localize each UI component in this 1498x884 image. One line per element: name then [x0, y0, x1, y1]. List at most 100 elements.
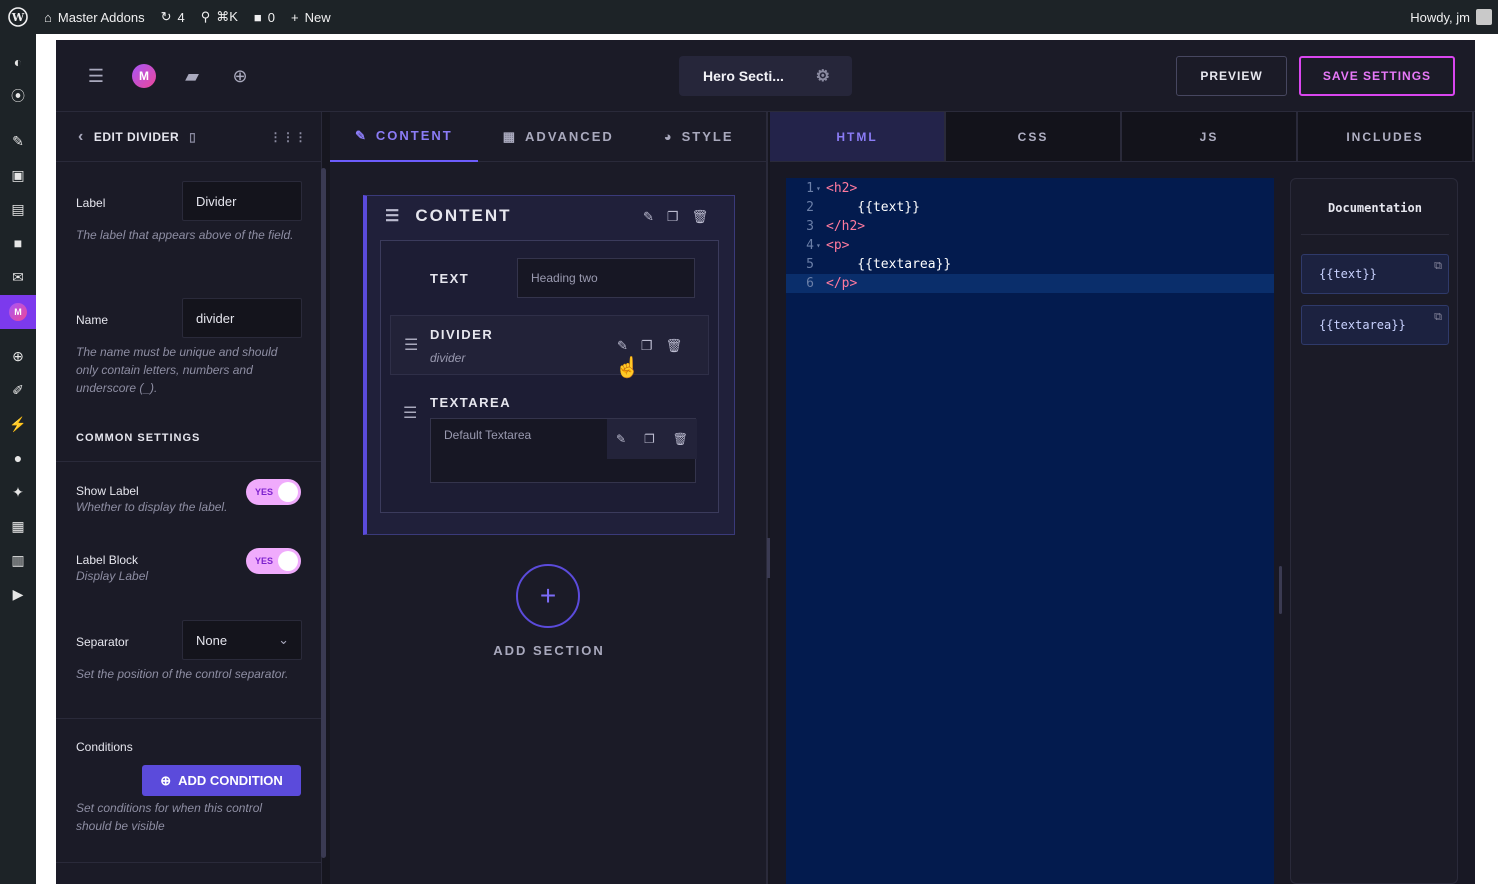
- wp-admin-bar: W ⌂ Master Addons ↻ 4 ⚲ ⌘K ■ 0 + New Howdy, j…: [0, 0, 1498, 34]
- copy-icon[interactable]: ⧉: [1434, 259, 1442, 273]
- label-input[interactable]: Divider: [182, 181, 302, 221]
- grid-icon[interactable]: ⋮⋮⋮: [270, 130, 308, 144]
- plugins-icon[interactable]: ⚡: [9, 415, 27, 433]
- show-label-toggle[interactable]: YES: [246, 479, 301, 505]
- drag-handle-icon[interactable]: ☰: [404, 335, 418, 355]
- add-circle-icon[interactable]: ⊕: [228, 64, 252, 88]
- hamburger-menu-icon[interactable]: ☰: [84, 64, 108, 88]
- add-condition-button[interactable]: ⊕ ADD CONDITION: [142, 765, 301, 796]
- separator-select[interactable]: None ⌄: [182, 620, 302, 660]
- duplicate-icon[interactable]: ❐: [641, 338, 653, 354]
- code-line[interactable]: 5 {{textarea}}: [786, 255, 1274, 274]
- play-icon[interactable]: ▶: [9, 585, 27, 603]
- builder-frame: ☰ M ▰ ⊕ Hero Secti... ⚙ PREVIEW SAVE SET…: [56, 40, 1475, 884]
- dashboard-icon[interactable]: ◐: [9, 53, 27, 71]
- code-line[interactable]: 1 ▾ <h2>: [786, 179, 1274, 198]
- chevron-left-icon[interactable]: ‹: [78, 128, 84, 146]
- users-icon[interactable]: ●: [9, 449, 27, 467]
- left-panel-scrollbar[interactable]: [321, 168, 326, 858]
- comments-icon[interactable]: ■: [9, 234, 27, 252]
- show-label-label: Show Label: [76, 484, 139, 498]
- updates-link[interactable]: ↻ 4: [153, 0, 193, 34]
- app-container: ☰ M ▰ ⊕ Hero Secti... ⚙ PREVIEW SAVE SET…: [36, 34, 1498, 884]
- code-line[interactable]: 3 </h2>: [786, 217, 1274, 236]
- plus-circle-icon[interactable]: ⊕: [9, 347, 27, 365]
- tools-wrench-icon[interactable]: ✦: [9, 483, 27, 501]
- gear-icon[interactable]: ⚙: [816, 66, 830, 86]
- trash-icon[interactable]: 🗑: [692, 209, 709, 225]
- section-header: ☰ CONTENT: [385, 206, 512, 226]
- search-icon: ⚲: [200, 9, 211, 24]
- master-addons-logo-button[interactable]: M: [132, 64, 156, 88]
- edit-icon[interactable]: ✎: [643, 209, 654, 225]
- tab-js[interactable]: JS: [1122, 112, 1298, 161]
- code-token: {{textarea}}: [826, 257, 952, 272]
- builder-topbar: ☰ M ▰ ⊕ Hero Secti... ⚙ PREVIEW SAVE SET…: [56, 40, 1475, 112]
- search-link[interactable]: ⚲ ⌘K: [193, 0, 246, 34]
- name-help: The name must be unique and should only …: [76, 345, 278, 395]
- save-settings-button[interactable]: SAVE SETTINGS: [1299, 56, 1455, 96]
- tab-html[interactable]: HTML: [770, 112, 946, 161]
- divider-control-row[interactable]: ☰ DIVIDER divider ✎ ❐ 🗑: [390, 315, 709, 375]
- new-content-link[interactable]: + New: [283, 0, 339, 34]
- label-field-label: Label: [76, 196, 106, 210]
- master-addons-icon[interactable]: M: [0, 295, 36, 329]
- posts-pin-icon[interactable]: ✎: [9, 132, 27, 150]
- doc-var-text[interactable]: {{text}} ⧉: [1301, 254, 1449, 294]
- plus-icon: +: [539, 580, 557, 611]
- duplicate-icon[interactable]: ❐: [667, 209, 679, 225]
- book-icon[interactable]: ▯: [189, 130, 196, 144]
- mail-icon[interactable]: ✉: [9, 268, 27, 286]
- table-icon[interactable]: ▥: [9, 551, 27, 569]
- code-token: <p>: [826, 238, 850, 253]
- code-editor[interactable]: 1 ▾ <h2> 2 {{text}} 3 </h2> 4 ▾ <p> 5 {{textarea}…: [786, 178, 1274, 884]
- tab-content[interactable]: ✎ CONTENT: [330, 112, 478, 162]
- name-input[interactable]: divider: [182, 298, 302, 338]
- trash-icon[interactable]: 🗑: [673, 432, 688, 446]
- tab-style[interactable]: ◕ STYLE: [639, 112, 759, 162]
- code-panel: HTML CSS JS INCLUDES 1 ▾ <h2> 2 {{text}} 3 </…: [770, 112, 1475, 884]
- pages-icon[interactable]: ▤: [9, 200, 27, 218]
- fold-arrow-icon[interactable]: ▾: [816, 184, 826, 193]
- section-title: CONTENT: [415, 206, 512, 225]
- code-line[interactable]: 2 {{text}}: [786, 198, 1274, 217]
- refresh-icon: ↻: [160, 9, 172, 24]
- settings-icon[interactable]: ▦: [9, 517, 27, 535]
- section-title-pill[interactable]: Hero Secti... ⚙: [679, 56, 852, 96]
- appearance-brush-icon[interactable]: ✐: [9, 381, 27, 399]
- elementor-icon[interactable]: ⦿: [9, 87, 27, 105]
- tab-includes[interactable]: INCLUDES: [1298, 112, 1474, 161]
- code-line[interactable]: 4 ▾ <p>: [786, 236, 1274, 255]
- wordpress-logo-icon[interactable]: W: [0, 0, 36, 34]
- label-block-toggle[interactable]: YES: [246, 548, 301, 574]
- doc-var-textarea[interactable]: {{textarea}} ⧉: [1301, 305, 1449, 345]
- folder-open-icon[interactable]: ▰: [180, 64, 204, 88]
- tab-css[interactable]: CSS: [946, 112, 1122, 161]
- drag-handle-icon[interactable]: ☰: [385, 206, 401, 226]
- comments-link[interactable]: ■ 0: [246, 0, 283, 34]
- common-settings-heading: COMMON SETTINGS: [76, 432, 201, 444]
- copy-icon[interactable]: ⧉: [1434, 310, 1442, 324]
- edit-icon[interactable]: ✎: [616, 432, 626, 446]
- line-number: 3: [806, 219, 814, 234]
- preview-button[interactable]: PREVIEW: [1176, 56, 1287, 96]
- fold-arrow-icon[interactable]: ▾: [816, 241, 826, 250]
- separator-value: None: [196, 632, 228, 648]
- site-name-link[interactable]: ⌂ Master Addons: [36, 0, 153, 34]
- media-icon[interactable]: ▣: [9, 166, 27, 184]
- content-section[interactable]: ☰ CONTENT ✎ ❐ 🗑 TEXT Heading two ☰ DIVID…: [363, 195, 735, 535]
- home-icon: ⌂: [44, 9, 52, 25]
- add-section-button[interactable]: +: [516, 564, 580, 628]
- text-input[interactable]: Heading two: [517, 258, 695, 298]
- line-number: 2: [806, 200, 814, 215]
- grid-icon: ▦: [502, 128, 518, 144]
- trash-icon[interactable]: 🗑: [666, 338, 683, 354]
- code-line[interactable]: 6 </p>: [786, 274, 1274, 293]
- account-menu[interactable]: Howdy, jm: [1402, 0, 1498, 34]
- textarea-input[interactable]: Default Textarea ✎ ❐ 🗑: [430, 418, 697, 483]
- edit-icon[interactable]: ✎: [617, 338, 628, 354]
- editor-resize-handle[interactable]: [1279, 566, 1282, 614]
- tab-advanced[interactable]: ▦ ADVANCED: [478, 112, 639, 162]
- duplicate-icon[interactable]: ❐: [644, 432, 655, 446]
- drag-handle-icon[interactable]: ☰: [403, 403, 417, 423]
